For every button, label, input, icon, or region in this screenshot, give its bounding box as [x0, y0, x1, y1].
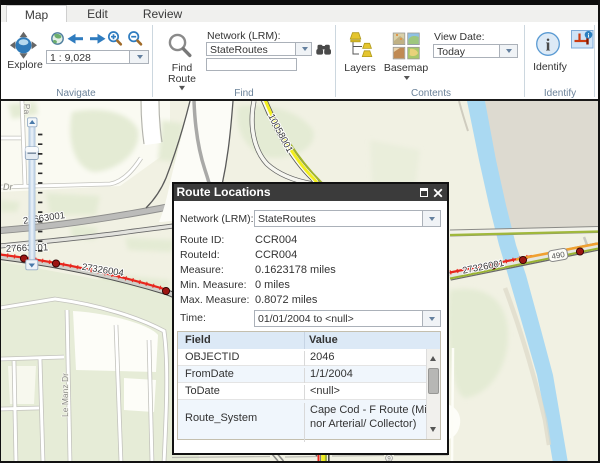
- svg-text:i: i: [546, 36, 551, 55]
- svg-text:Le Manz Dr: Le Manz Dr: [60, 373, 70, 417]
- svg-text:27663101: 27663101: [6, 242, 49, 254]
- svg-text:Dr: Dr: [3, 182, 13, 192]
- svg-text:Pa: Pa: [22, 104, 32, 115]
- svg-text:i: i: [588, 32, 590, 39]
